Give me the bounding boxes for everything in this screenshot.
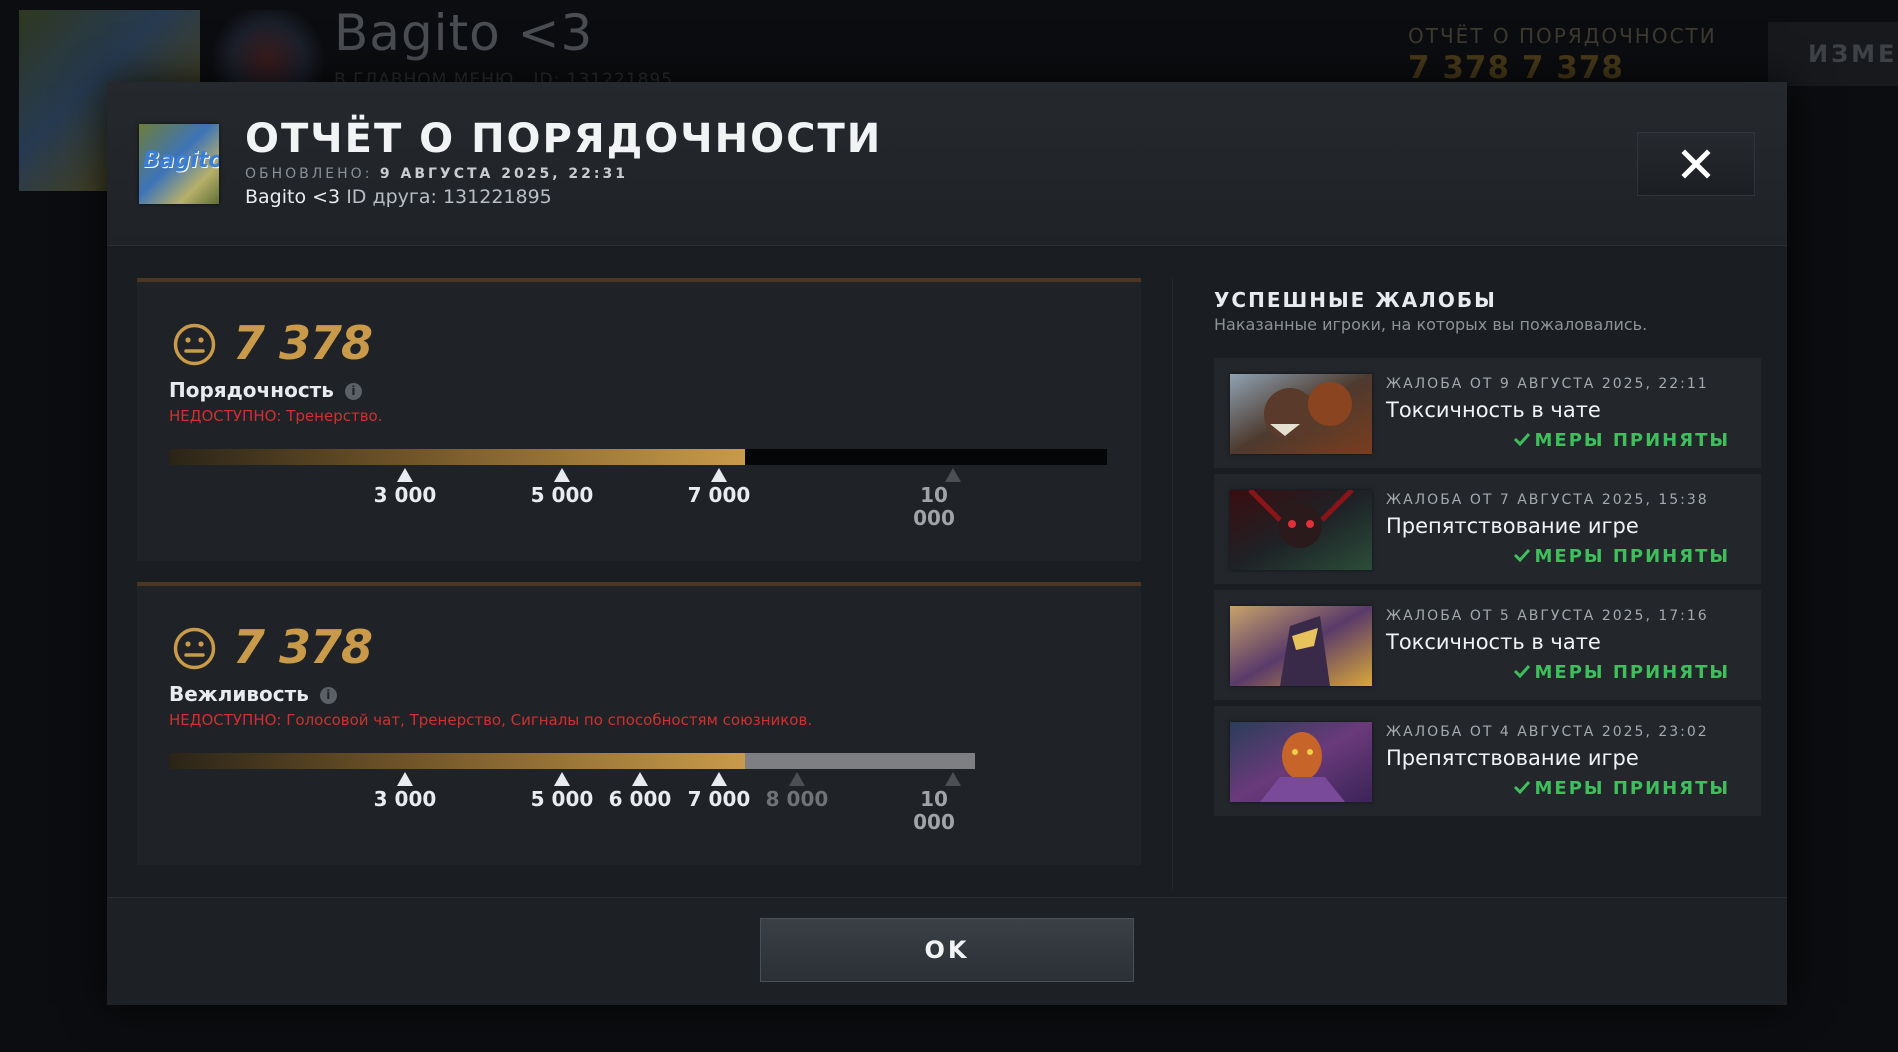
updated-timestamp: ОБНОВЛЕНО: 9 АВГУСТА 2025, 22:31 bbox=[245, 166, 628, 182]
report-item: ЖАЛОБА ОТ 7 АВГУСТА 2025, 15:38 Препятст… bbox=[1214, 474, 1761, 584]
behavior-progress-fill bbox=[169, 753, 745, 769]
tick-marker bbox=[711, 468, 727, 482]
report-status: МЕРЫ ПРИНЯТЫ bbox=[1513, 430, 1731, 451]
behavior-card: 7 378 Вежливость i НЕДОСТУПНО: Голосовой… bbox=[137, 582, 1141, 865]
hero-portrait bbox=[1230, 606, 1372, 686]
report-reason: Препятствование игре bbox=[1386, 514, 1639, 538]
tick-marker bbox=[632, 772, 648, 786]
tick-label: 7 000 bbox=[687, 787, 751, 811]
conduct-score: 7 378 bbox=[233, 316, 373, 370]
background-edit-button: ИЗМЕН bbox=[1768, 22, 1898, 86]
neutral-face-icon bbox=[173, 627, 216, 670]
tick-marker bbox=[397, 468, 413, 482]
reports-title: УСПЕШНЫЕ ЖАЛОБЫ bbox=[1214, 288, 1497, 312]
conduct-progress-fill bbox=[169, 449, 745, 465]
tick-marker bbox=[945, 772, 961, 786]
tick-label: 10 000 bbox=[913, 483, 955, 530]
tick-marker bbox=[789, 772, 805, 786]
checkmark-icon bbox=[1513, 432, 1530, 447]
tick-label: 7 000 bbox=[687, 483, 751, 507]
player-info: Bagito <3 ID друга: 131221895 bbox=[245, 186, 552, 208]
behavior-progress-remaining bbox=[745, 753, 975, 769]
close-button[interactable] bbox=[1637, 132, 1755, 196]
friend-id: ID друга: 131221895 bbox=[346, 186, 552, 208]
hero-portrait bbox=[1230, 490, 1372, 570]
conduct-card: 7 378 Порядочность i НЕДОСТУПНО: Тренерс… bbox=[137, 278, 1141, 561]
tick-marker bbox=[711, 772, 727, 786]
report-date: ЖАЛОБА ОТ 5 АВГУСТА 2025, 17:16 bbox=[1386, 608, 1709, 624]
close-icon bbox=[1681, 149, 1711, 179]
tick-marker bbox=[554, 772, 570, 786]
behavior-progress-bar bbox=[169, 753, 975, 769]
info-icon[interactable]: i bbox=[344, 383, 362, 400]
tick-label: 10 000 bbox=[913, 787, 955, 834]
tick-label: 8 000 bbox=[765, 787, 829, 811]
report-reason: Токсичность в чате bbox=[1386, 398, 1601, 422]
conduct-label: Порядочность i bbox=[169, 378, 362, 402]
tick-label: 3 000 bbox=[373, 483, 437, 507]
background-player-name: Bagito <3 bbox=[334, 4, 594, 62]
hero-portrait bbox=[1230, 374, 1372, 454]
report-reason: Препятствование игре bbox=[1386, 746, 1639, 770]
report-status: МЕРЫ ПРИНЯТЫ bbox=[1513, 662, 1731, 683]
report-item: ЖАЛОБА ОТ 5 АВГУСТА 2025, 17:16 Токсично… bbox=[1214, 590, 1761, 700]
conduct-unavailable: НЕДОСТУПНО: Тренерство. bbox=[169, 407, 383, 425]
report-status: МЕРЫ ПРИНЯТЫ bbox=[1513, 546, 1731, 567]
dialog-header: Bagito ОТЧЁТ О ПОРЯДОЧНОСТИ ОБНОВЛЕНО: 9… bbox=[107, 82, 1787, 246]
checkmark-icon bbox=[1513, 548, 1530, 563]
report-date: ЖАЛОБА ОТ 7 АВГУСТА 2025, 15:38 bbox=[1386, 492, 1709, 508]
tick-marker bbox=[554, 468, 570, 482]
conduct-report-dialog: Bagito ОТЧЁТ О ПОРЯДОЧНОСТИ ОБНОВЛЕНО: 9… bbox=[107, 82, 1788, 1005]
reports-subtitle: Наказанные игроки, на которых вы пожалов… bbox=[1214, 315, 1648, 334]
report-item: ЖАЛОБА ОТ 9 АВГУСТА 2025, 22:11 Токсично… bbox=[1214, 358, 1761, 468]
report-date: ЖАЛОБА ОТ 4 АВГУСТА 2025, 23:02 bbox=[1386, 724, 1709, 740]
report-item: ЖАЛОБА ОТ 4 АВГУСТА 2025, 23:02 Препятст… bbox=[1214, 706, 1761, 816]
tick-marker bbox=[945, 468, 961, 482]
tick-label: 5 000 bbox=[530, 483, 594, 507]
behavior-label: Вежливость i bbox=[169, 682, 337, 706]
background-report-values: 7 378 7 378 bbox=[1408, 50, 1624, 86]
report-status: МЕРЫ ПРИНЯТЫ bbox=[1513, 778, 1731, 799]
tick-label: 3 000 bbox=[373, 787, 437, 811]
report-reason: Токсичность в чате bbox=[1386, 630, 1601, 654]
behavior-unavailable: НЕДОСТУПНО: Голосовой чат, Тренерство, С… bbox=[169, 711, 813, 729]
report-date: ЖАЛОБА ОТ 9 АВГУСТА 2025, 22:11 bbox=[1386, 376, 1709, 392]
tick-label: 6 000 bbox=[608, 787, 672, 811]
dialog-title: ОТЧЁТ О ПОРЯДОЧНОСТИ bbox=[245, 116, 883, 162]
ok-button[interactable]: OK bbox=[760, 918, 1134, 982]
info-icon[interactable]: i bbox=[319, 687, 337, 704]
neutral-face-icon bbox=[173, 323, 216, 366]
checkmark-icon bbox=[1513, 780, 1530, 795]
dialog-footer: OK bbox=[107, 897, 1787, 1005]
tick-label: 5 000 bbox=[530, 787, 594, 811]
background-report-label: ОТЧЁТ О ПОРЯДОЧНОСТИ bbox=[1408, 24, 1717, 48]
checkmark-icon bbox=[1513, 664, 1530, 679]
successful-reports-panel: УСПЕШНЫЕ ЖАЛОБЫ Наказанные игроки, на ко… bbox=[1172, 278, 1788, 890]
conduct-progress-bar bbox=[169, 449, 1107, 465]
scores-panel: 7 378 Порядочность i НЕДОСТУПНО: Тренерс… bbox=[137, 278, 1141, 865]
hero-portrait bbox=[1230, 722, 1372, 802]
tick-marker bbox=[397, 772, 413, 786]
player-name: Bagito <3 bbox=[245, 186, 341, 208]
player-avatar: Bagito bbox=[139, 124, 219, 204]
behavior-score: 7 378 bbox=[233, 620, 373, 674]
